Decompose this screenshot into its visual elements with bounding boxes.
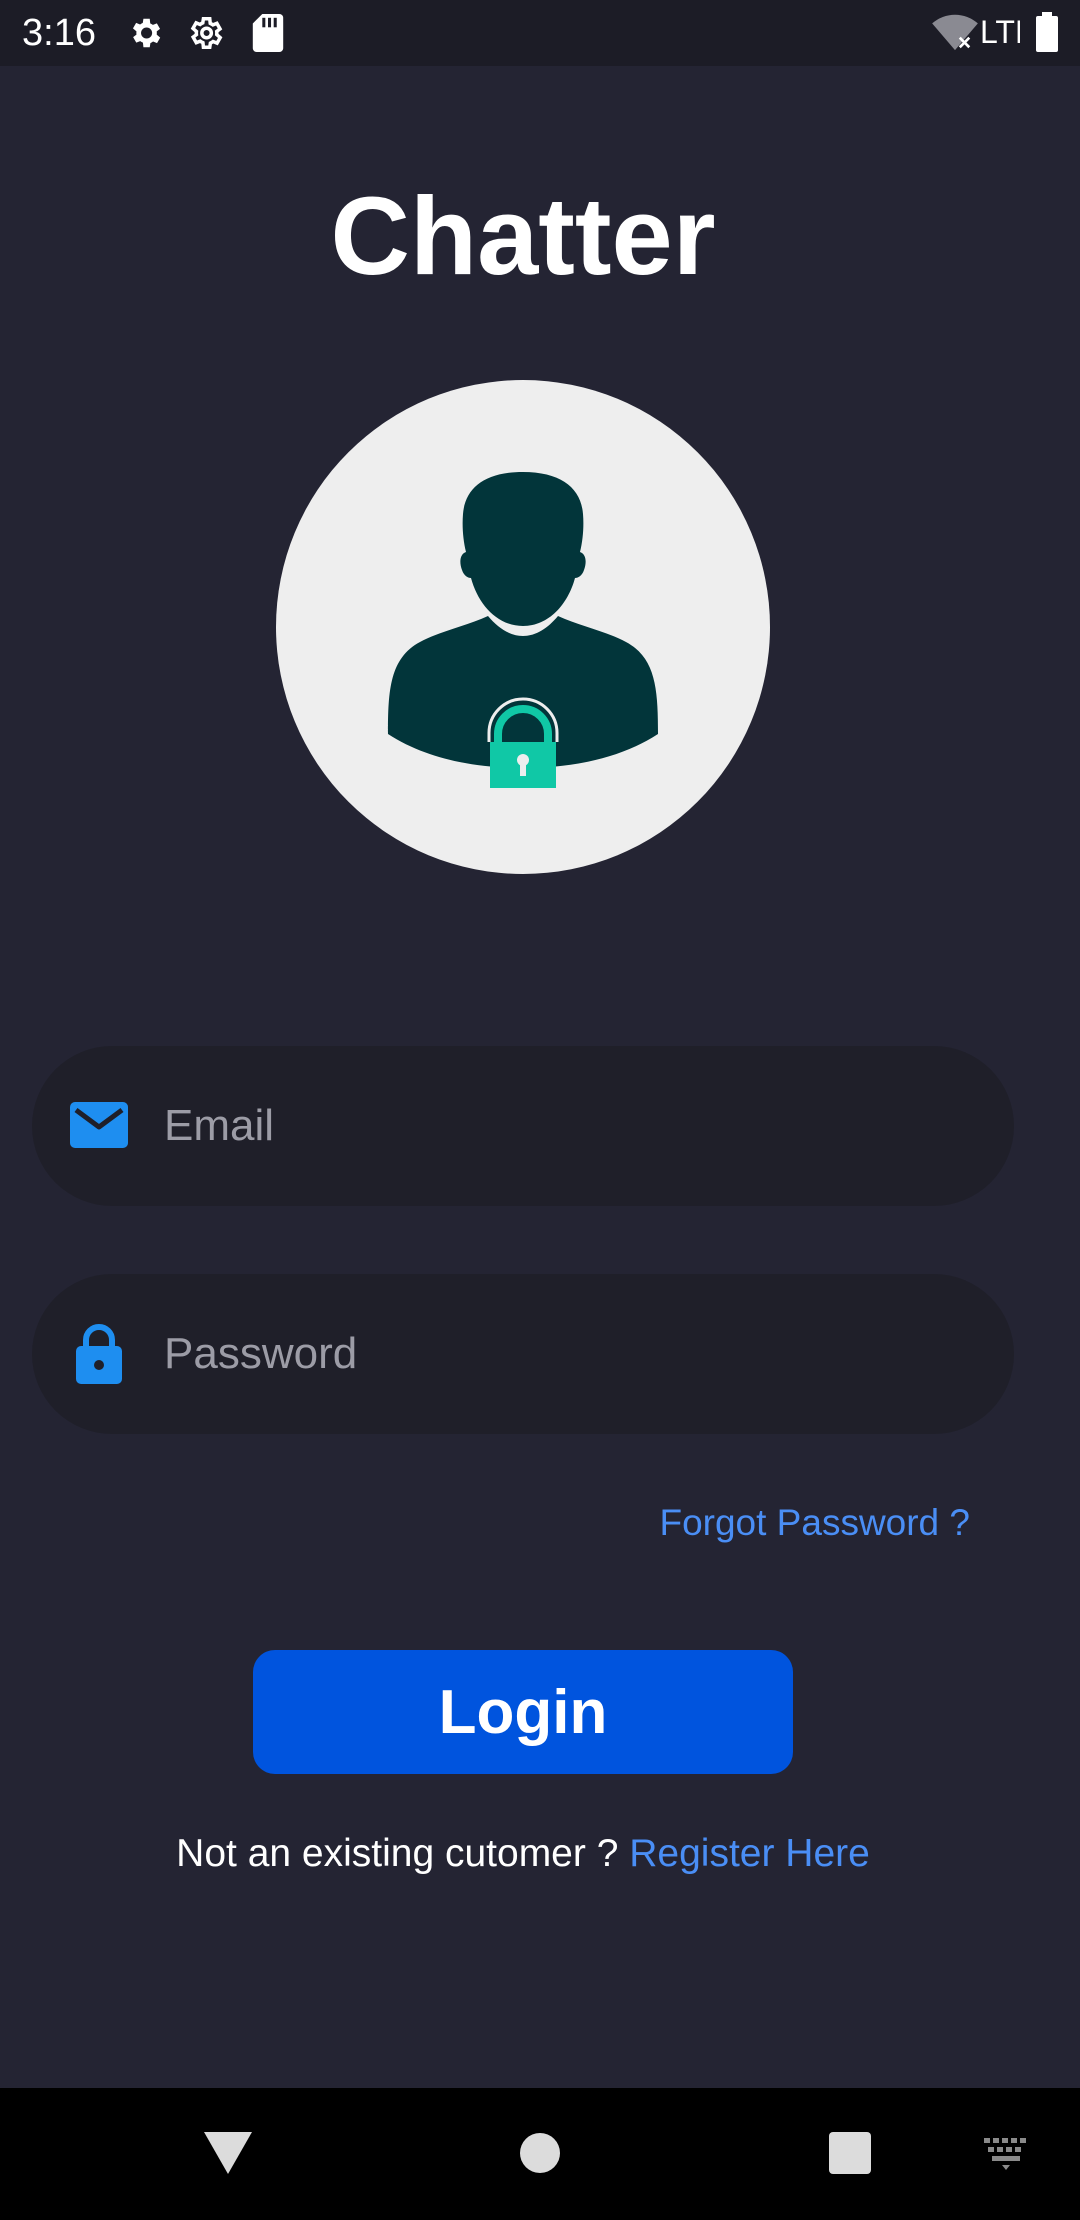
email-field[interactable]: [32, 1046, 1014, 1206]
status-bar: 3:16 LTE: [0, 0, 1080, 66]
navigation-bar: [0, 2088, 1080, 2220]
back-icon[interactable]: [204, 2132, 252, 2179]
recents-icon[interactable]: [829, 2132, 871, 2179]
keyboard-icon[interactable]: [984, 2138, 1028, 2175]
register-prompt-text: Not an existing cutomer ?: [176, 1832, 619, 1875]
settings-icon: [186, 14, 224, 57]
network-type: LTE: [980, 14, 1020, 50]
lock-icon: [74, 1322, 124, 1389]
password-field[interactable]: [32, 1274, 1014, 1434]
sd-card-icon: [252, 14, 284, 57]
email-input[interactable]: [164, 1086, 964, 1166]
battery-icon: [1036, 12, 1058, 57]
wifi-off-icon: [932, 12, 978, 57]
mail-icon: [70, 1102, 128, 1153]
login-button[interactable]: Login: [253, 1650, 793, 1774]
register-link[interactable]: Register Here: [629, 1832, 870, 1875]
status-time: 3:16: [22, 12, 96, 54]
register-prompt-row: Not an existing cutomer ? Register Here: [0, 1828, 1046, 1880]
user-lock-icon: [388, 472, 658, 788]
password-input[interactable]: [164, 1314, 964, 1394]
home-icon[interactable]: [519, 2132, 561, 2179]
app-title: Chatter: [330, 175, 716, 298]
avatar: [276, 380, 770, 874]
forgot-password-link[interactable]: Forgot Password ?: [659, 1498, 970, 1548]
gear-icon: [126, 14, 164, 57]
